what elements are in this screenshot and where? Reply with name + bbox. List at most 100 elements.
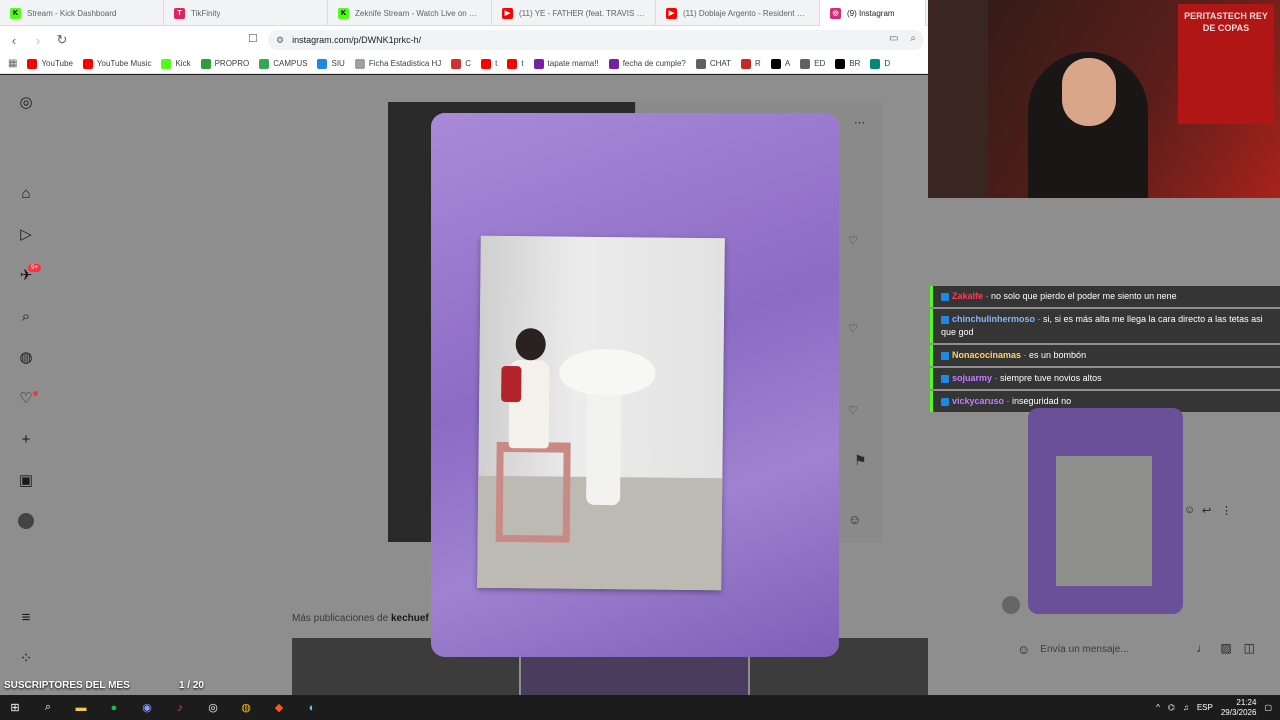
bookmark-item[interactable]: SIU [317, 58, 345, 69]
tab-title: Zeknife Stream - Watch Live on Kick [355, 8, 481, 18]
profile-avatar[interactable] [18, 513, 34, 529]
bookmark-item[interactable]: YouTube [27, 58, 73, 69]
cast-icon[interactable]: ▭ [889, 33, 898, 44]
more-posts-heading: Más publicaciones de kechuef [292, 613, 429, 624]
steam-icon[interactable]: ◐ [301, 699, 323, 717]
like-comment-icon[interactable]: ♡ [848, 322, 858, 335]
more-posts-user[interactable]: kechuef [391, 613, 429, 624]
bookmark-item[interactable]: D [870, 58, 890, 69]
like-comment-icon[interactable]: ♡ [848, 234, 858, 247]
bookmark-label: fecha de cumple? [622, 59, 686, 68]
bookmark-item[interactable]: YouTube Music [82, 58, 151, 69]
pink-chair [495, 441, 571, 543]
insights-icon[interactable]: ▣ [17, 471, 35, 489]
dm-shared-photo[interactable] [1028, 408, 1183, 614]
back-icon[interactable]: ‹ [4, 30, 24, 50]
home-icon[interactable]: ⌂ [17, 184, 35, 202]
bookmark-item[interactable]: CAMPUS [259, 58, 307, 69]
explore-icon[interactable]: ◍ [17, 348, 35, 366]
discord-icon[interactable]: ◉ [136, 699, 158, 717]
image-icon[interactable]: ▨ [1220, 641, 1231, 655]
chat-username[interactable]: Nonacocinamas [952, 350, 1021, 360]
like-comment-icon[interactable]: ♡ [848, 404, 858, 417]
bookmark-favicon-icon [82, 58, 93, 69]
url-field[interactable]: ⚙ instagram.com/p/DWNK1prkc-h/ ▭ ⌕ [268, 30, 924, 50]
emoji-icon[interactable]: ☺ [1017, 642, 1030, 657]
react-icon[interactable]: ☺ [1184, 504, 1195, 516]
bookmarks-bar: ▦ YouTube YouTube Music Kick PROPRO CAMPUS SI… [0, 54, 928, 74]
tab-instagram[interactable]: ◎ (9) Instagram [820, 0, 926, 26]
site-info-icon[interactable]: ⚙ [276, 35, 284, 46]
spotify-icon[interactable]: ● [103, 699, 125, 717]
volume-icon[interactable]: ♫ [1183, 703, 1189, 712]
bookmark-item[interactable]: A [770, 58, 790, 69]
chrome-icon[interactable]: ◍ [235, 699, 257, 717]
reels-icon[interactable]: ▷ [17, 225, 35, 243]
reply-icon[interactable]: ↩ [1202, 504, 1211, 517]
microphone-icon[interactable]: ♩ [1196, 641, 1208, 655]
bookmark-item[interactable]: C [451, 58, 471, 69]
chat-username[interactable]: chinchulinhermoso [952, 314, 1035, 324]
bookmark-favicon-icon [770, 58, 781, 69]
bookmark-item[interactable]: ED [800, 58, 825, 69]
subs-count: 1 / 20 [178, 679, 204, 691]
chat-username[interactable]: Zakalfe [952, 291, 983, 301]
more-options-icon[interactable]: ⋯ [854, 116, 865, 129]
bookmark-item[interactable]: Ficha Estadistica HJ [354, 58, 441, 69]
bookmark-item[interactable]: tapate mama!! [533, 58, 599, 69]
language-indicator[interactable]: ESP [1197, 703, 1213, 712]
clock[interactable]: 21:24 29/3/2026 [1221, 698, 1257, 718]
reload-icon[interactable]: ↻ [52, 30, 72, 50]
search-icon[interactable]: ⌕ [37, 699, 59, 717]
obs-icon[interactable]: ◎ [202, 699, 224, 717]
chat-username[interactable]: vickycaruso [952, 396, 1004, 406]
windows-start-icon[interactable]: ⊞ [4, 699, 26, 717]
dm-message-input[interactable]: ☺ Envía un mensaje... ♩ ▨ ◫ [1003, 633, 1255, 665]
bookmark-item[interactable]: PROPRO [200, 58, 250, 69]
bookmark-label: PROPRO [214, 59, 250, 68]
instagram-logo-icon[interactable]: ◎ [17, 93, 35, 111]
chat-username[interactable]: sojuarmy [952, 373, 992, 383]
bookmark-label: CHAT [709, 59, 732, 68]
zoom-icon[interactable]: ⌕ [910, 33, 916, 44]
tab-zeknife-stream[interactable]: K Zeknife Stream - Watch Live on Kick [328, 0, 492, 26]
chat-text: inseguridad no [1012, 396, 1072, 406]
clock-date: 29/3/2026 [1220, 707, 1257, 717]
network-icon[interactable]: ⌬ [1168, 703, 1175, 712]
apps-grid-icon[interactable]: ▦ [8, 58, 17, 69]
bookmark-item[interactable]: BR [835, 58, 860, 69]
bookmark-favicon-icon [870, 58, 881, 69]
bookmark-item[interactable]: fecha de cumple? [608, 58, 686, 69]
bookmark-favicon-icon [481, 58, 492, 69]
tab-kick-dashboard[interactable]: K Stream - Kick Dashboard [0, 0, 164, 26]
brave-icon[interactable]: ◆ [268, 699, 290, 717]
save-icon[interactable]: ⚑ [854, 452, 867, 469]
tab-tikfinity[interactable]: T TikFinity [164, 0, 328, 26]
tab-youtube-father[interactable]: ▶ (11) YE - FATHER (feat. TRAVIS SCOTT [492, 0, 656, 26]
bookmark-icon[interactable]: ☐ [248, 32, 258, 45]
printed-photograph [477, 235, 725, 591]
bookmark-item[interactable]: t [481, 58, 497, 69]
post-photo-modal[interactable] [431, 113, 839, 657]
search-icon[interactable]: ⌕ [17, 307, 35, 325]
apps-icon[interactable]: ⁘ [17, 649, 35, 667]
bookmark-item[interactable]: R [741, 58, 761, 69]
tab-youtube-doblaje[interactable]: ▶ (11) Doblaje Argento - Resident Evil [656, 0, 820, 26]
menu-icon[interactable]: ≡ [17, 608, 35, 626]
bookmark-favicon-icon [259, 58, 270, 69]
tiktok-icon[interactable]: ♪ [169, 699, 191, 717]
bookmark-item[interactable]: CHAT [695, 58, 732, 69]
file-explorer-icon[interactable]: ▬ [70, 699, 92, 717]
instagram-icon: ◎ [830, 7, 841, 19]
dm-more-icon[interactable]: ⋮ [1221, 504, 1232, 517]
bookmark-item[interactable]: Kick [161, 58, 191, 69]
bookshelf [928, 0, 988, 198]
create-icon[interactable]: + [17, 430, 35, 448]
bookmark-item[interactable]: t [507, 58, 524, 69]
forward-icon[interactable]: › [28, 30, 48, 50]
notifications-icon[interactable]: ▢ [1264, 703, 1272, 712]
sticker-icon[interactable]: ◫ [1244, 641, 1255, 655]
emoji-icon[interactable]: ☺ [848, 512, 861, 527]
tray-expand-icon[interactable]: ^ [1156, 703, 1160, 712]
dm-photo-thumbnail [1056, 456, 1152, 586]
